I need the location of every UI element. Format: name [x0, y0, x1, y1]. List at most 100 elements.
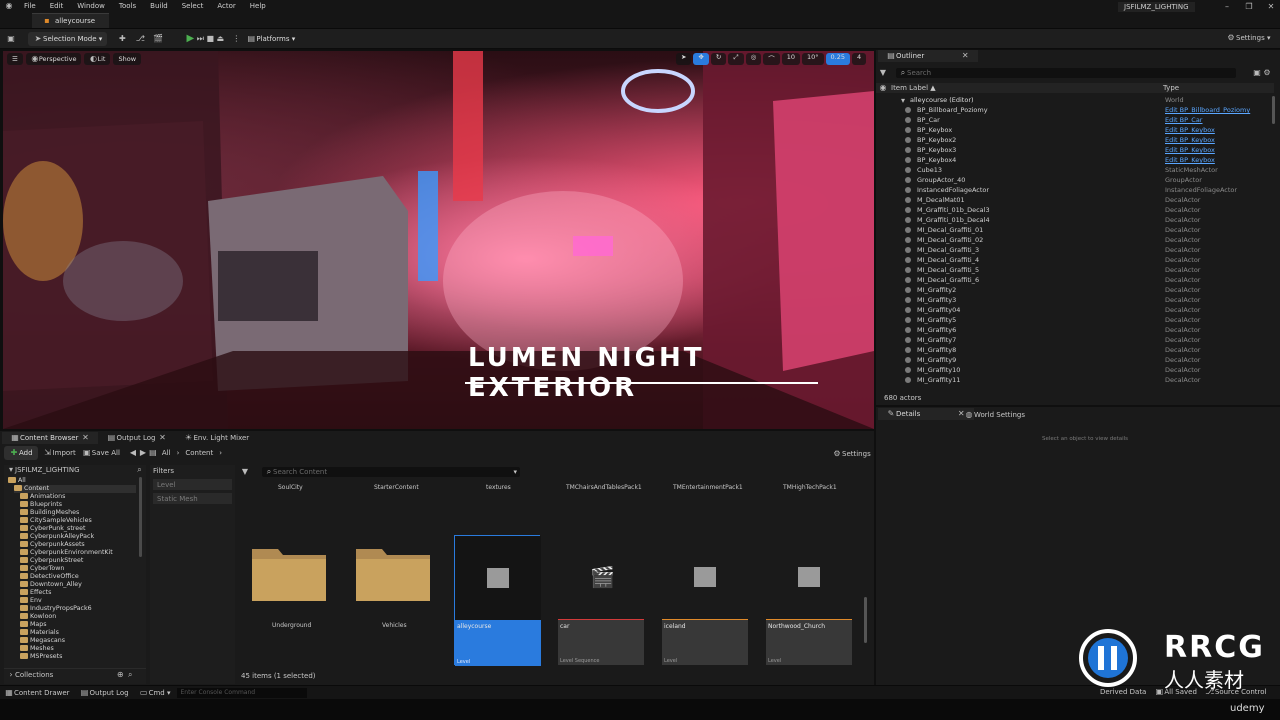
sources-header[interactable]: ▾ JSFILMZ_LIGHTING ⌕ [4, 465, 146, 475]
create-folder-icon[interactable]: ▣ [1252, 68, 1262, 78]
world-space-icon[interactable]: ◎ [745, 53, 762, 65]
asset-iceland[interactable]: iceland Level [662, 535, 748, 665]
play-icon[interactable]: ▶ [185, 33, 195, 44]
outliner-row[interactable]: MI_Decal_Graffiti_6 DecalActor [876, 276, 1274, 286]
cb-settings-button[interactable]: ⚙ Settings [832, 449, 870, 459]
path-all[interactable]: All [162, 449, 171, 457]
tree-folder-item[interactable]: CyberTown [20, 565, 64, 573]
outliner-row[interactable]: MI_Graffity6 DecalActor [876, 326, 1274, 336]
tree-folder-item[interactable]: CyberpunkAlleyPack [20, 533, 94, 541]
outliner-row[interactable]: M_Graffiti_01b_Decal3 DecalActor [876, 206, 1274, 216]
asset-car[interactable]: 🎬 car Level Sequence [558, 535, 644, 665]
search-dropdown[interactable]: ▾ [513, 468, 517, 476]
add-collection-icon[interactable]: ⊕ [115, 670, 125, 680]
toolbar-settings-button[interactable]: ⚙ Settings ▾ [1226, 33, 1270, 43]
outliner-row[interactable]: MI_Decal_Graffiti_02 DecalActor [876, 236, 1274, 246]
collections-search-icon[interactable]: ⌕ [125, 670, 135, 680]
folder-vehicles[interactable]: Vehicles [354, 545, 434, 635]
tree-folder-item[interactable]: Downtown_Alley [20, 581, 82, 589]
content-drawer-button[interactable]: ▦ Content Drawer [4, 688, 69, 698]
tree-folder-item[interactable]: DetectiveOffice [20, 573, 79, 581]
outliner-row[interactable]: M_DecalMat01 DecalActor [876, 196, 1274, 206]
tree-folder-item[interactable]: Megascans [20, 637, 65, 645]
scale-icon[interactable]: ⤢ [728, 53, 744, 65]
tree-folder-item[interactable]: Effects [20, 589, 51, 597]
save-all-button[interactable]: ▣ Save All [82, 448, 120, 458]
import-button[interactable]: ⇲ Import [43, 448, 76, 458]
blueprint-icon[interactable]: ⎇ [135, 34, 145, 44]
scale-snap-value[interactable]: 0.25 [825, 53, 851, 65]
asset-northwood-church[interactable]: Northwood_Church Level [766, 535, 852, 665]
outliner-row[interactable]: BP_Keybox Edit BP_Keybox [876, 126, 1274, 136]
asset-scrollbar[interactable] [864, 597, 867, 643]
top-folder-tmhightech[interactable]: TMHighTechPack1 [783, 484, 837, 491]
camera-speed-value[interactable]: 4 [852, 53, 867, 65]
col-type[interactable]: Type [1163, 84, 1179, 92]
outliner-row[interactable]: MI_Graffity5 DecalActor [876, 316, 1274, 326]
tree-folder-item[interactable]: All [8, 477, 26, 485]
actor-type[interactable]: Edit BP_Car [1165, 116, 1202, 124]
tree-folder-item[interactable]: BuildingMeshes [20, 509, 79, 517]
show-button[interactable]: Show [113, 53, 142, 65]
tree-folder-item[interactable]: Env [20, 597, 42, 605]
path-content[interactable]: Content [185, 449, 213, 457]
outliner-row[interactable]: MI_Graffity7 DecalActor [876, 336, 1274, 346]
collections-header[interactable]: › Collections ⊕ ⌕ [4, 668, 146, 680]
close-icon[interactable]: ✕ [1266, 2, 1276, 12]
outliner-row[interactable]: BP_Keybox4 Edit BP_Keybox [876, 156, 1274, 166]
tree-scrollbar[interactable] [139, 477, 142, 557]
save-icon[interactable]: ▣ [6, 34, 16, 44]
menu-file[interactable]: File [24, 2, 36, 10]
tree-folder-item[interactable]: CyberpunkAssets [20, 541, 85, 549]
cmd-dropdown[interactable]: ▭ Cmd ▾ [139, 688, 171, 698]
outliner-row[interactable]: InstancedFoliageActor InstancedFoliageAct… [876, 186, 1274, 196]
menu-help[interactable]: Help [250, 2, 266, 10]
actor-type[interactable]: Edit BP_Keybox [1165, 126, 1215, 134]
select-mode-icon[interactable]: ➤ [676, 53, 692, 65]
minimize-icon[interactable]: – [1222, 2, 1232, 12]
outliner-scrollbar[interactable] [1272, 96, 1275, 124]
outliner-settings-icon[interactable]: ⚙ [1262, 68, 1272, 78]
tree-folder-item[interactable]: Materials [20, 629, 59, 637]
selection-mode-button[interactable]: ➤ Selection Mode ▾ [28, 31, 108, 46]
outliner-row[interactable]: GroupActor_40 GroupActor [876, 176, 1274, 186]
unreal-logo-icon[interactable]: ◉ [4, 1, 14, 11]
top-folder-tmentertainment[interactable]: TMEntertainmentPack1 [673, 484, 743, 491]
add-actor-icon[interactable]: ✚ [117, 34, 127, 44]
asset-alleycourse[interactable]: alleycourse Level [454, 535, 541, 666]
outliner-row[interactable]: Cube13 StaticMeshActor [876, 166, 1274, 176]
menu-actor[interactable]: Actor [217, 2, 235, 10]
menu-edit[interactable]: Edit [50, 2, 64, 10]
actor-type[interactable]: Edit BP_Keybox [1165, 146, 1215, 154]
outliner-row[interactable]: MI_Graffity9 DecalActor [876, 356, 1274, 366]
actor-type[interactable]: Edit BP_Billboard_Poziomy [1165, 106, 1250, 114]
step-icon[interactable]: ⏭ [195, 34, 205, 44]
col-item-label[interactable]: Item Label ▲ [891, 84, 936, 92]
env-light-mixer-tab[interactable]: ☀ Env. Light Mixer [175, 433, 257, 443]
filter-level[interactable]: Level [153, 479, 232, 490]
outliner-row[interactable]: BP_Keybox2 Edit BP_Keybox [876, 136, 1274, 146]
add-button[interactable]: ✚ Add [4, 446, 38, 460]
tree-folder-item[interactable]: Maps [20, 621, 47, 629]
tree-folder-item[interactable]: IndustryPropsPack6 [20, 605, 92, 613]
outliner-row[interactable]: MI_Graffity11 DecalActor [876, 376, 1274, 386]
outliner-row[interactable]: BP_Keybox3 Edit BP_Keybox [876, 146, 1274, 156]
outliner-row[interactable]: MI_Graffity8 DecalActor [876, 346, 1274, 356]
eject-icon[interactable]: ⏏ [215, 34, 225, 44]
top-folder-soulcity[interactable]: SoulCity [278, 484, 303, 491]
lit-button[interactable]: ◐ Lit [84, 53, 111, 65]
outliner-row[interactable]: MI_Graffity10 DecalActor [876, 366, 1274, 376]
maximize-icon[interactable]: ❐ [1244, 2, 1254, 12]
outliner-row[interactable]: BP_Billboard_Poziomy Edit BP_Billboard_Po… [876, 106, 1274, 116]
perspective-button[interactable]: ◉ Perspective [25, 53, 82, 65]
stop-icon[interactable]: ■ [205, 34, 215, 44]
outliner-row[interactable]: MI_Graffity2 DecalActor [876, 286, 1274, 296]
outliner-row[interactable]: MI_Graffity3 DecalActor [876, 296, 1274, 306]
platforms-button[interactable]: ▤ Platforms ▾ [241, 32, 300, 46]
history-forward-icon[interactable]: ▶ [138, 448, 148, 458]
tree-folder-item[interactable]: Animations [20, 493, 65, 501]
outliner-row[interactable]: MI_Decal_Graffiti_3 DecalActor [876, 246, 1274, 256]
world-settings-tab[interactable]: ◍ World Settings [958, 409, 1031, 420]
tree-folder-item[interactable]: MSPresets [20, 653, 62, 661]
level-tab[interactable]: ▪ alleycourse [32, 13, 110, 28]
